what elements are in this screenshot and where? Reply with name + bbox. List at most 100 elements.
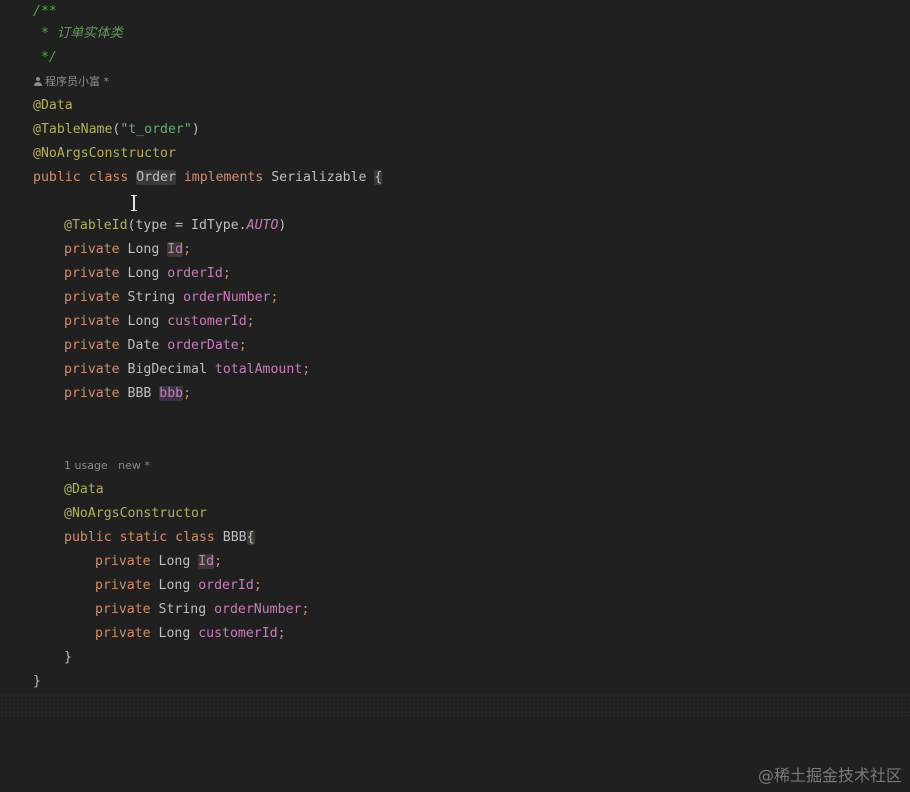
field-modifier: private — [64, 362, 128, 377]
field-modifier: private — [64, 266, 128, 281]
field-modifier: private — [95, 554, 159, 569]
comment-body: * 订单实体类 — [33, 26, 123, 41]
class-name[interactable]: Order — [136, 170, 176, 185]
inner-class-name[interactable]: BBB — [223, 530, 247, 545]
annotation-tablename: @TableName — [33, 122, 113, 137]
field-modifier: private — [64, 386, 128, 401]
code-line-comment-open: /** — [33, 0, 57, 24]
annotation-noargs: @NoArgsConstructor — [33, 146, 176, 161]
tableid-args-close: ) — [278, 218, 287, 233]
field-type: Long — [158, 578, 199, 593]
order-field-line: private Long customerId; — [64, 310, 255, 334]
inner-field-line: private Long orderId; — [95, 574, 262, 598]
field-type: Long — [158, 626, 199, 641]
field-modifier: private — [64, 242, 128, 257]
code-line-inner-data: @Data — [64, 478, 104, 502]
semicolon: ; — [183, 242, 192, 257]
person-icon — [34, 77, 42, 86]
annotation-tableid: @TableId — [64, 218, 128, 233]
usage-hint-text: 1 usage new * — [64, 459, 150, 472]
annotation-data: @Data — [33, 98, 73, 113]
order-field-line: private Long orderId; — [64, 262, 231, 286]
field-name[interactable]: bbb — [159, 386, 184, 401]
code-line-inner-class-decl: public static class BBB{ — [64, 526, 255, 550]
semicolon: ; — [246, 314, 255, 329]
semicolon: ; — [183, 386, 192, 401]
interface-name: Serializable — [271, 170, 375, 185]
comment-close: */ — [33, 50, 57, 65]
semicolon: ; — [238, 338, 247, 353]
semicolon: ; — [222, 266, 231, 281]
inner-class-modifiers: public static class — [64, 530, 223, 545]
order-field-line: private BigDecimal totalAmount; — [64, 358, 310, 382]
implements-keyword: implements — [175, 170, 272, 185]
tableid-args: (type = IdType. — [127, 218, 247, 233]
code-editor[interactable]: /** * 订单实体类 */ 程序员小富 * @Data @TableName(… — [0, 0, 910, 792]
code-line-comment-body: * 订单实体类 — [33, 22, 123, 46]
watermark: @稀土掘金技术社区 — [757, 766, 902, 785]
inner-class-open-brace: { — [246, 530, 255, 545]
field-modifier: private — [95, 626, 159, 641]
author-inlay-hint[interactable]: 程序员小富 * — [34, 72, 109, 92]
author-hint-text: 程序员小富 * — [45, 75, 109, 88]
editor-end-band — [0, 694, 910, 716]
field-name[interactable]: totalAmount — [215, 362, 302, 377]
field-name[interactable]: Id — [167, 242, 184, 257]
field-name[interactable]: customerId — [198, 626, 277, 641]
usage-inlay-hint[interactable]: 1 usage new * — [64, 456, 150, 476]
code-line-tablename: @TableName("t_order") — [33, 118, 200, 142]
field-type: BigDecimal — [127, 362, 215, 377]
order-field-line: private String orderNumber; — [64, 286, 278, 310]
order-field-line: private Long Id; — [64, 238, 191, 262]
field-type: Long — [127, 242, 168, 257]
field-type: Long — [127, 266, 168, 281]
field-modifier: private — [95, 578, 159, 593]
field-modifier: private — [64, 314, 128, 329]
comment-open: /** — [33, 4, 57, 19]
class-modifiers: public class — [33, 170, 137, 185]
field-name[interactable]: Id — [198, 554, 215, 569]
tableid-const: AUTO — [246, 218, 279, 233]
field-name[interactable]: orderDate — [167, 338, 238, 353]
semicolon: ; — [302, 362, 311, 377]
field-type: BBB — [127, 386, 160, 401]
inner-field-line: private Long Id; — [95, 550, 222, 574]
text-cursor-icon — [131, 195, 137, 211]
field-modifier: private — [64, 338, 128, 353]
inner-close-brace: } — [64, 650, 72, 665]
semicolon: ; — [253, 578, 262, 593]
semicolon: ; — [301, 602, 310, 617]
inner-field-line: private Long customerId; — [95, 622, 286, 646]
semicolon: ; — [214, 554, 223, 569]
inner-field-line: private String orderNumber; — [95, 598, 309, 622]
field-type: String — [127, 290, 184, 305]
code-line-inner-close: } — [64, 646, 72, 670]
class-open-brace: { — [374, 170, 383, 185]
semicolon: ; — [270, 290, 279, 305]
field-type: String — [158, 602, 215, 617]
field-name[interactable]: orderId — [198, 578, 254, 593]
field-name[interactable]: orderNumber — [183, 290, 270, 305]
code-line-noargs: @NoArgsConstructor — [33, 142, 176, 166]
code-line-data-annotation: @Data — [33, 94, 73, 118]
paren-close: ) — [191, 122, 200, 137]
outer-close-brace: } — [33, 674, 41, 689]
field-modifier: private — [64, 290, 128, 305]
code-line-comment-close: */ — [33, 46, 57, 70]
code-line-class-decl: public class Order implements Serializab… — [33, 166, 383, 190]
tablename-value: "t_order" — [120, 122, 192, 137]
field-name[interactable]: orderNumber — [214, 602, 301, 617]
annotation-noargs-inner: @NoArgsConstructor — [64, 506, 207, 521]
annotation-data-inner: @Data — [64, 482, 104, 497]
code-line-tableid: @TableId(type = IdType.AUTO) — [64, 214, 286, 238]
field-type: Long — [127, 314, 168, 329]
code-line-inner-noargs: @NoArgsConstructor — [64, 502, 207, 526]
field-name[interactable]: customerId — [167, 314, 246, 329]
order-field-line: private BBB bbb; — [64, 382, 191, 406]
code-line-outer-close: } — [33, 670, 41, 694]
order-field-line: private Date orderDate; — [64, 334, 247, 358]
semicolon: ; — [277, 626, 286, 641]
field-modifier: private — [95, 602, 159, 617]
field-type: Long — [158, 554, 199, 569]
field-name[interactable]: orderId — [167, 266, 223, 281]
